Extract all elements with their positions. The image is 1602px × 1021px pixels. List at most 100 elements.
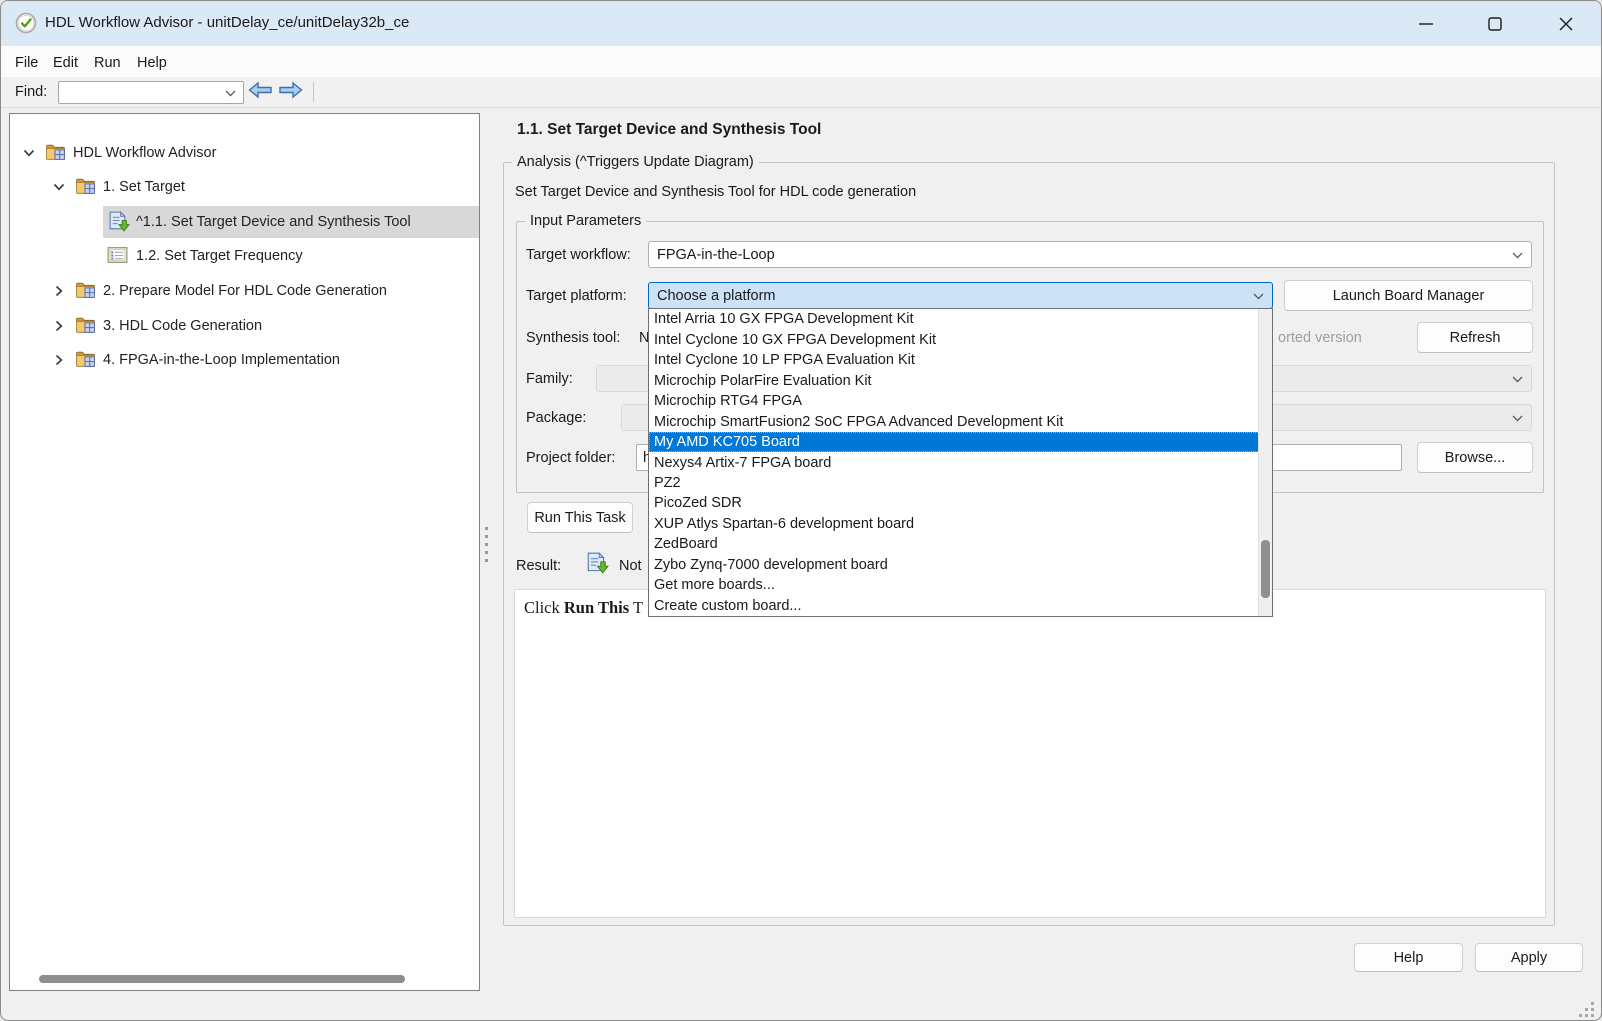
help-label: Help: [1394, 950, 1424, 966]
dropdown-item[interactable]: Nexys4 Artix-7 FPGA board: [649, 452, 1272, 472]
tree-item-hdl-code-generation[interactable]: 3. HDL Code Generation: [10, 310, 479, 343]
result-label: Result:: [516, 558, 561, 574]
chevron-down-icon: [1512, 252, 1523, 259]
dropdown-item[interactable]: Zybo Zynq-7000 development board: [649, 555, 1272, 575]
browse-button[interactable]: Browse...: [1417, 442, 1533, 473]
browse-label: Browse...: [1445, 450, 1505, 466]
maximize-button[interactable]: [1471, 1, 1519, 46]
synthesis-tool-label: Synthesis tool:: [526, 330, 620, 346]
dropdown-item[interactable]: Get more boards...: [649, 575, 1272, 595]
tree-item-label: 4. FPGA-in-the-Loop Implementation: [103, 352, 340, 368]
window-title: HDL Workflow Advisor - unitDelay_ce/unit…: [45, 14, 409, 31]
tree-item-set-target[interactable]: 1. Set Target: [10, 171, 479, 204]
workflow-tree-panel: HDL Workflow Advisor 1. Set Target ^1.1.…: [9, 113, 480, 991]
launch-board-manager-button[interactable]: Launch Board Manager: [1284, 280, 1533, 311]
dropdown-item[interactable]: Microchip RTG4 FPGA: [649, 391, 1272, 411]
apply-button[interactable]: Apply: [1475, 943, 1583, 972]
minimize-button[interactable]: [1402, 1, 1450, 46]
expander-right-icon[interactable]: [55, 354, 63, 366]
refresh-button[interactable]: Refresh: [1417, 322, 1533, 353]
close-button[interactable]: [1542, 1, 1590, 46]
find-input[interactable]: [61, 83, 223, 102]
run-this-task-button[interactable]: Run This Task: [527, 502, 633, 533]
package-label: Package:: [526, 410, 586, 426]
task-message-box: Click Run This T: [514, 589, 1546, 918]
family-label: Family:: [526, 371, 573, 387]
folder-icon: [75, 350, 96, 368]
input-parameters-label: Input Parameters: [525, 213, 646, 229]
tree-item-label: 1. Set Target: [103, 179, 185, 195]
target-workflow-combobox[interactable]: FPGA-in-the-Loop: [648, 241, 1532, 268]
dropdown-item[interactable]: PicoZed SDR: [649, 493, 1272, 513]
task-icon: [107, 211, 130, 232]
find-combobox[interactable]: [58, 81, 244, 104]
hdl-workflow-advisor-window: HDL Workflow Advisor - unitDelay_ce/unit…: [0, 0, 1602, 1021]
project-folder-label: Project folder:: [526, 450, 615, 466]
menu-help[interactable]: Help: [133, 53, 171, 73]
target-workflow-label: Target workflow:: [526, 247, 631, 263]
dropdown-scrollbar-thumb[interactable]: [1261, 540, 1270, 598]
folder-icon: [45, 143, 66, 161]
expander-down-icon[interactable]: [53, 183, 65, 191]
dropdown-item[interactable]: Microchip PolarFire Evaluation Kit: [649, 370, 1272, 390]
tree-item-label: 2. Prepare Model For HDL Code Generation: [103, 283, 387, 299]
dropdown-item[interactable]: Microchip SmartFusion2 SoC FPGA Advanced…: [649, 411, 1272, 431]
dropdown-item[interactable]: Intel Cyclone 10 GX FPGA Development Kit: [649, 329, 1272, 349]
refresh-label: Refresh: [1450, 330, 1501, 346]
dropdown-item[interactable]: Create custom board...: [649, 596, 1272, 616]
find-chevron-down-icon[interactable]: [225, 90, 236, 97]
task-description: Set Target Device and Synthesis Tool for…: [515, 184, 916, 200]
tree-item-label: ^1.1. Set Target Device and Synthesis To…: [136, 214, 411, 230]
result-status-partial: Not: [619, 558, 642, 574]
dropdown-scrollbar[interactable]: [1258, 309, 1272, 616]
dropdown-item[interactable]: Intel Arria 10 GX FPGA Development Kit: [649, 309, 1272, 329]
expander-right-icon[interactable]: [55, 285, 63, 297]
tree-item-set-target-device[interactable]: ^1.1. Set Target Device and Synthesis To…: [10, 206, 479, 239]
menu-run[interactable]: Run: [90, 53, 125, 73]
menu-file[interactable]: File: [11, 53, 42, 73]
dropdown-item-selected[interactable]: My AMD KC705 Board: [649, 432, 1272, 452]
message-bold: Run This: [564, 598, 629, 617]
report-icon: [107, 246, 128, 264]
tree-item-label: 1.2. Set Target Frequency: [136, 248, 303, 264]
chevron-down-icon: [1512, 415, 1523, 422]
tree-item-fil-implementation[interactable]: 4. FPGA-in-the-Loop Implementation: [10, 344, 479, 377]
find-toolbar: Find:: [1, 77, 1601, 108]
minimize-icon: [1419, 23, 1433, 25]
target-platform-dropdown-list: Intel Arria 10 GX FPGA Development Kit I…: [648, 308, 1273, 617]
expander-right-icon[interactable]: [55, 320, 63, 332]
apply-label: Apply: [1511, 950, 1547, 966]
message-suffix: T: [629, 598, 643, 617]
help-button[interactable]: Help: [1354, 943, 1463, 972]
dropdown-item[interactable]: Intel Cyclone 10 LP FPGA Evaluation Kit: [649, 350, 1272, 370]
title-bar: HDL Workflow Advisor - unitDelay_ce/unit…: [1, 1, 1601, 46]
dropdown-item[interactable]: XUP Atlys Spartan-6 development board: [649, 514, 1272, 534]
expander-down-icon[interactable]: [23, 149, 35, 157]
menu-bar: File Edit Run Help: [1, 46, 1601, 77]
message-prefix: Click: [524, 598, 564, 617]
analysis-group-label: Analysis (^Triggers Update Diagram): [512, 154, 759, 170]
folder-icon: [75, 177, 96, 195]
find-previous-button[interactable]: [247, 81, 273, 99]
launch-board-manager-label: Launch Board Manager: [1333, 288, 1485, 304]
target-platform-combobox[interactable]: Choose a platform: [648, 282, 1273, 309]
menu-edit[interactable]: Edit: [49, 53, 82, 73]
maximize-icon: [1488, 17, 1502, 31]
tree-item-label: HDL Workflow Advisor: [73, 145, 216, 161]
tree-horizontal-scrollbar[interactable]: [39, 975, 405, 983]
dropdown-item[interactable]: ZedBoard: [649, 534, 1272, 554]
toolbar-separator: [313, 82, 314, 102]
task-heading: 1.1. Set Target Device and Synthesis Too…: [517, 121, 821, 139]
folder-icon: [75, 316, 96, 334]
folder-icon: [75, 281, 96, 299]
dropdown-item[interactable]: PZ2: [649, 473, 1272, 493]
app-check-icon: [15, 12, 37, 34]
tree-item-label: 3. HDL Code Generation: [103, 318, 262, 334]
tree-item-prepare-model[interactable]: 2. Prepare Model For HDL Code Generation: [10, 275, 479, 308]
chevron-down-icon: [1253, 293, 1264, 300]
tree-item-set-target-frequency[interactable]: 1.2. Set Target Frequency: [10, 240, 479, 273]
target-platform-label: Target platform:: [526, 288, 627, 304]
target-platform-value: Choose a platform: [657, 288, 775, 304]
find-next-button[interactable]: [278, 81, 304, 99]
tree-item-hdl-workflow-advisor[interactable]: HDL Workflow Advisor: [10, 137, 479, 170]
